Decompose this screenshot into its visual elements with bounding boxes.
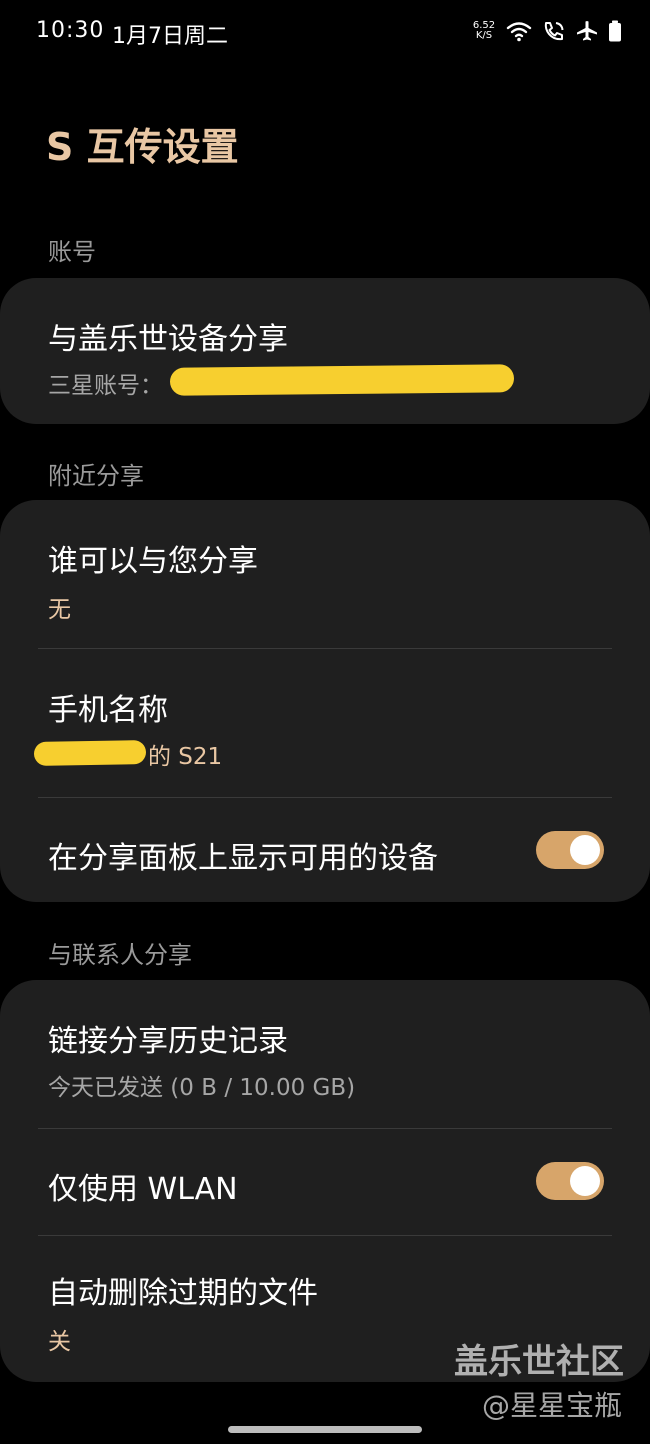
redaction-mark	[169, 364, 515, 396]
row-title-who-can-share: 谁可以与您分享	[48, 544, 258, 579]
page-title: S 互传设置	[46, 125, 239, 169]
toggle-knob	[570, 835, 600, 865]
row-value-who-can-share: 无	[48, 597, 71, 623]
card-nearby: 谁可以与您分享 无 手机名称 的 S21 在分享面板上显示可用的设备	[0, 500, 650, 902]
row-title-phone-name: 手机名称	[48, 693, 168, 728]
watermark-author: @星星宝瓶	[482, 1389, 623, 1422]
row-show-devices[interactable]: 在分享面板上显示可用的设备	[0, 798, 650, 902]
wifi-icon	[506, 22, 532, 42]
row-subtitle-link-history: 今天已发送 (0 B / 10.00 GB)	[48, 1075, 356, 1101]
row-title-show-devices: 在分享面板上显示可用的设备	[48, 841, 438, 876]
status-date: 1月7日周二	[112, 24, 228, 49]
section-header-account: 账号	[48, 238, 96, 266]
row-title-wlan-only: 仅使用 WLAN	[48, 1172, 238, 1207]
card-contacts: 链接分享历史记录 今天已发送 (0 B / 10.00 GB) 仅使用 WLAN…	[0, 980, 650, 1382]
status-time: 10:30	[36, 18, 105, 43]
toggle-knob	[570, 1166, 600, 1196]
wlan-only-toggle[interactable]	[536, 1162, 604, 1200]
row-title-auto-delete: 自动删除过期的文件	[48, 1276, 318, 1311]
watermark-community: 盖乐世社区	[454, 1342, 624, 1382]
row-title-galaxy-share: 与盖乐世设备分享	[48, 322, 288, 357]
status-bar: 10:30 1月7日周二 6.52 K/S	[0, 0, 650, 64]
section-header-contacts: 与联系人分享	[48, 941, 192, 969]
status-icons: 6.52 K/S	[472, 16, 622, 46]
battery-icon	[609, 20, 621, 42]
row-value-auto-delete: 关	[48, 1329, 71, 1355]
card-account: 与盖乐世设备分享 三星账号：	[0, 278, 650, 424]
volte-call-icon	[544, 22, 564, 41]
row-value-phone-name: 的 S21	[148, 744, 223, 770]
row-subtitle-samsung-account: 三星账号：	[48, 373, 163, 399]
row-galaxy-share[interactable]: 与盖乐世设备分享 三星账号：	[0, 278, 650, 424]
row-link-history[interactable]: 链接分享历史记录 今天已发送 (0 B / 10.00 GB)	[0, 980, 650, 1128]
row-phone-name[interactable]: 手机名称 的 S21	[0, 649, 650, 797]
row-title-link-history: 链接分享历史记录	[48, 1024, 288, 1059]
airplane-mode-icon	[577, 21, 597, 41]
home-indicator[interactable]	[228, 1426, 422, 1433]
redaction-mark	[33, 740, 147, 766]
section-header-nearby: 附近分享	[48, 462, 144, 490]
row-who-can-share[interactable]: 谁可以与您分享 无	[0, 500, 650, 648]
show-devices-toggle[interactable]	[536, 831, 604, 869]
network-speed: 6.52 K/S	[472, 20, 496, 41]
row-wlan-only[interactable]: 仅使用 WLAN	[0, 1129, 650, 1235]
